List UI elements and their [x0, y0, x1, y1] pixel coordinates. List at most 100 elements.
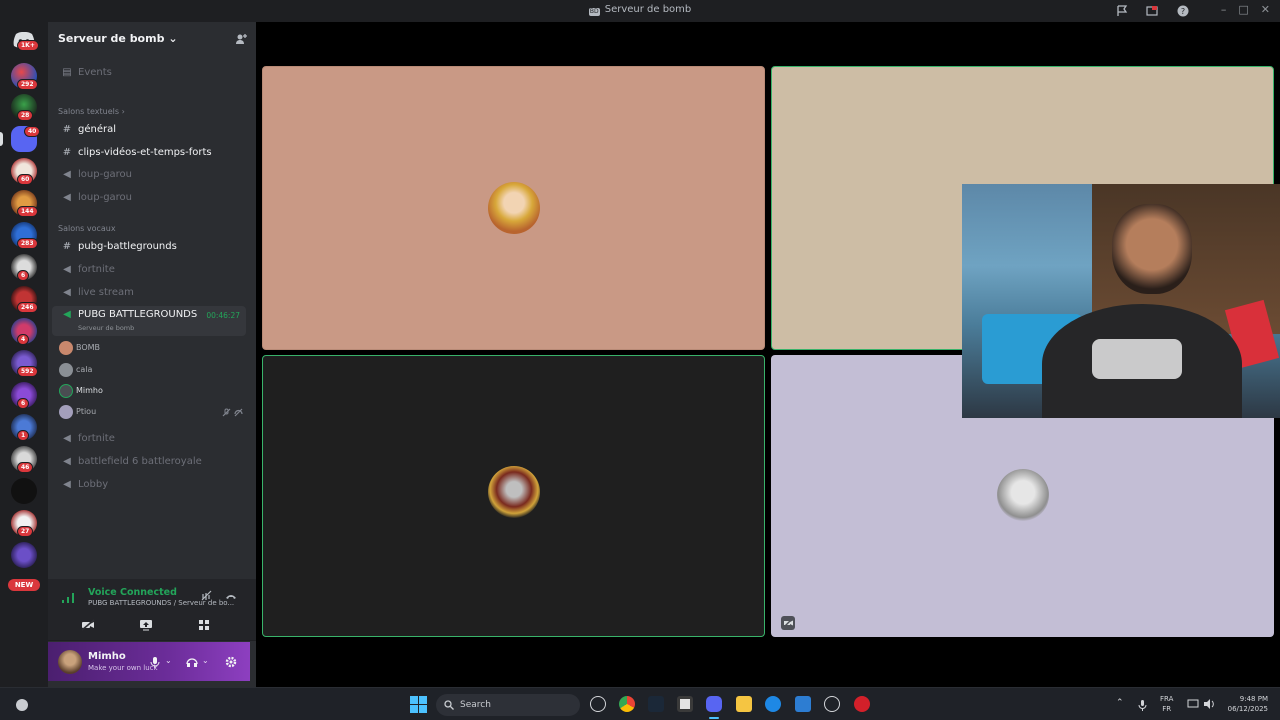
- voice-user[interactable]: BOMB: [59, 341, 100, 355]
- app-icon[interactable]: [824, 696, 840, 712]
- microphone-icon[interactable]: [149, 656, 161, 668]
- active-voice-channel[interactable]: ◀ PUBG BATTLEGROUNDS 00:46:27 Serveur de …: [52, 306, 246, 336]
- headphones-icon[interactable]: [186, 656, 198, 668]
- channel-live-stream[interactable]: ◀ live stream: [60, 287, 134, 298]
- voice-user-name: Ptiou: [76, 407, 97, 416]
- camera-off-icon: [81, 619, 95, 631]
- inbox-icon[interactable]: [1116, 5, 1128, 17]
- noise-suppression-icon[interactable]: [200, 590, 213, 603]
- speaker-icon: ◀: [63, 192, 71, 203]
- network-icon[interactable]: [1187, 698, 1199, 710]
- voice-user[interactable]: Ptiou: [59, 405, 97, 419]
- channel-loup-garou-1[interactable]: ◀ loup-garou: [60, 169, 132, 180]
- channel-battlefield[interactable]: ◀ battlefield 6 battleroyale: [60, 456, 202, 467]
- avatar: [59, 341, 73, 355]
- calendar-icon: ▤: [62, 67, 72, 78]
- speaker-active-icon: ◀: [63, 309, 71, 320]
- discord-icon[interactable]: [706, 696, 722, 712]
- video-stage: [256, 22, 1280, 687]
- speaker-icon: ◀: [63, 456, 71, 467]
- voice-user[interactable]: cala: [59, 363, 93, 377]
- participant-tile[interactable]: [262, 66, 765, 350]
- app-icon[interactable]: [795, 696, 811, 712]
- deafen-icon: [234, 408, 243, 417]
- participant-tile[interactable]: [262, 355, 765, 637]
- chevron-up-icon[interactable]: ⌃: [1116, 698, 1124, 708]
- chevron-down-icon[interactable]: ⌄: [202, 656, 209, 665]
- windows-start-icon[interactable]: [410, 696, 427, 713]
- avatar: [59, 405, 73, 419]
- avatar[interactable]: [58, 650, 82, 674]
- selected-server-pip: [0, 132, 3, 146]
- category-voice-channels[interactable]: Salons vocaux: [58, 224, 116, 233]
- window-title: BD Serveur de bomb: [0, 4, 1280, 16]
- screen-share-icon[interactable]: [1146, 5, 1158, 17]
- channel-clips[interactable]: # clips-vidéos-et-temps-forts: [60, 147, 212, 158]
- notification-badge: 1K+: [17, 40, 39, 51]
- notification-badge: 592: [17, 366, 38, 377]
- channel-label: pubg-battlegrounds: [78, 241, 177, 252]
- screen-share-button[interactable]: [136, 616, 156, 634]
- gear-icon[interactable]: [225, 656, 237, 668]
- voice-user[interactable]: Mimho: [59, 384, 103, 398]
- speaker-icon: ◀: [63, 433, 71, 444]
- window-title-text: Serveur de bomb: [604, 4, 692, 15]
- voice-user-name: cala: [76, 365, 93, 374]
- server-icon[interactable]: [11, 478, 37, 504]
- hash-icon: #: [62, 147, 72, 158]
- app-logo-icon: BD: [588, 8, 600, 16]
- shirt-logo: [1092, 339, 1182, 379]
- maximize-icon[interactable]: □: [1238, 3, 1248, 16]
- close-icon[interactable]: ✕: [1261, 3, 1270, 16]
- disconnect-icon[interactable]: [224, 590, 238, 603]
- webcam-feed[interactable]: [962, 184, 1280, 418]
- activities-button[interactable]: [194, 616, 214, 634]
- avatar: [488, 182, 540, 234]
- server-header[interactable]: Serveur de bomb ⌄: [58, 32, 178, 45]
- opera-icon[interactable]: [854, 696, 870, 712]
- taskbar-search[interactable]: Search: [436, 694, 580, 716]
- category-text-channels[interactable]: Salons textuels ›: [58, 107, 125, 116]
- voice-status: Voice Connected: [88, 587, 177, 598]
- voice-timer: 00:46:27: [206, 311, 240, 320]
- weather-icon[interactable]: [14, 697, 30, 713]
- channel-fortnite-2[interactable]: ◀ fortnite: [60, 433, 115, 444]
- help-icon[interactable]: ?: [1177, 5, 1189, 17]
- avatar: [59, 384, 73, 398]
- language-indicator[interactable]: FRA FR: [1160, 694, 1173, 714]
- microphone-icon[interactable]: [1138, 699, 1147, 711]
- chrome-icon[interactable]: [619, 696, 635, 712]
- app-icon[interactable]: [677, 696, 693, 712]
- channel-sidebar: Serveur de bomb ⌄ ▤ Events Salons textuel…: [48, 22, 269, 687]
- edge-icon[interactable]: [765, 696, 781, 712]
- speaker-icon: ◀: [63, 264, 71, 275]
- search-placeholder: Search: [460, 700, 491, 710]
- channel-lobby[interactable]: ◀ Lobby: [60, 479, 108, 490]
- server-rail: 1K+ 292 28 40 60 144 283 6 246 4 592 6 1…: [0, 22, 48, 687]
- volume-icon[interactable]: [1203, 698, 1215, 710]
- clock[interactable]: 9:48 PM 06/12/2025: [1222, 694, 1268, 714]
- notification-badge: 283: [17, 238, 38, 249]
- signal-icon: [62, 593, 74, 603]
- minimize-icon[interactable]: –: [1221, 3, 1227, 16]
- file-explorer-icon[interactable]: [736, 696, 752, 712]
- add-member-icon[interactable]: [235, 33, 247, 45]
- steam-icon[interactable]: [648, 696, 664, 712]
- taskbar: Search ⌃ FRA FR 9:48 PM 06/12/2025: [0, 687, 1280, 720]
- server-icon[interactable]: [11, 542, 37, 568]
- channel-general[interactable]: # général: [60, 124, 116, 135]
- channel-loup-garou-2[interactable]: ◀ loup-garou: [60, 192, 132, 203]
- chevron-down-icon[interactable]: ⌄: [165, 656, 172, 665]
- channel-pubg-text[interactable]: # pubg-battlegrounds: [60, 241, 177, 252]
- channel-events[interactable]: ▤ Events: [60, 67, 112, 78]
- notification-badge: 246: [17, 302, 38, 313]
- channel-fortnite[interactable]: ◀ fortnite: [60, 264, 115, 275]
- notification-badge: 292: [17, 79, 38, 90]
- channel-label: fortnite: [78, 264, 115, 275]
- category-label: Salons textuels: [58, 107, 120, 116]
- chatgpt-icon[interactable]: [590, 696, 606, 712]
- keyboard-layout: FR: [1162, 705, 1172, 713]
- user-name: Mimho: [88, 651, 126, 662]
- camera-button[interactable]: [78, 616, 98, 634]
- channel-label: Lobby: [78, 479, 109, 490]
